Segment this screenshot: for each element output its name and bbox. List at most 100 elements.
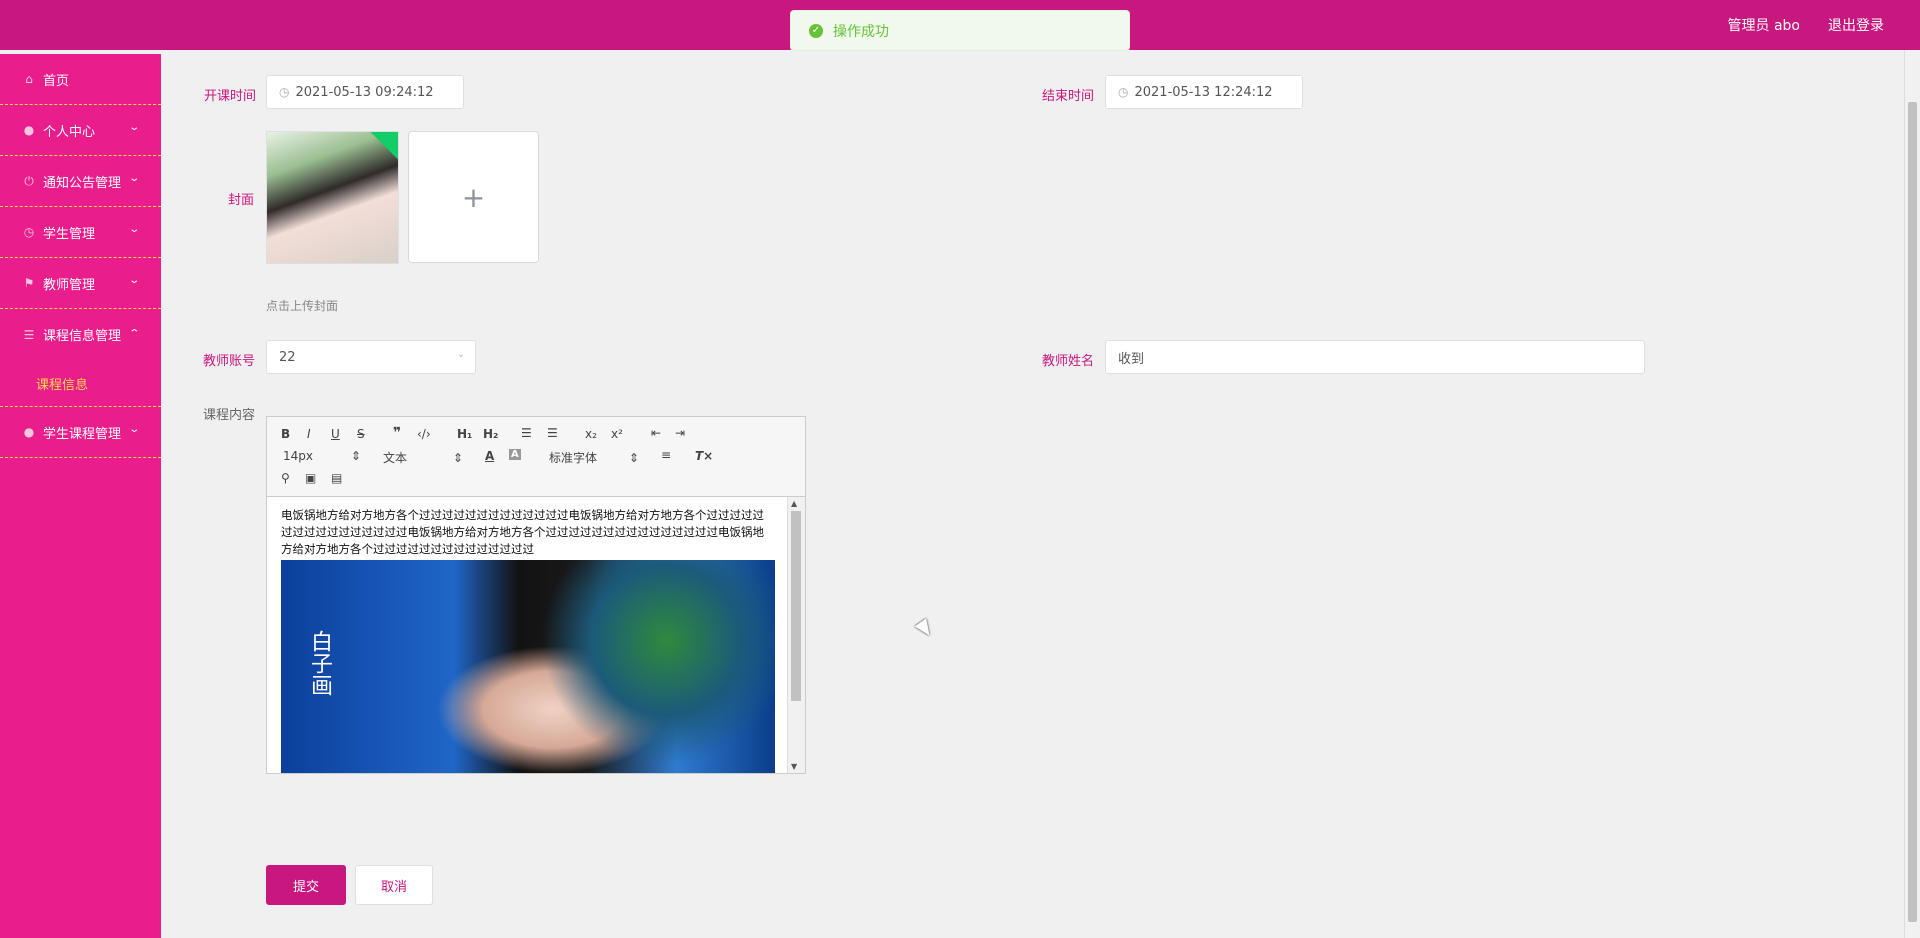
chevron-down-icon: ⌄ (456, 349, 465, 360)
clear-format-icon[interactable]: T× (695, 449, 713, 463)
editor-embedded-image: 白子画 (281, 560, 775, 773)
chevron-down-icon: ⌄ (128, 122, 141, 133)
gauge-icon: ◷ (23, 225, 35, 239)
home-icon: ⌂ (25, 72, 33, 86)
end-time-input[interactable]: ◷ 2021-05-13 12:24:12 (1105, 75, 1303, 109)
scroll-up-icon[interactable]: ▲ (791, 499, 797, 508)
block-format-value: 文本 (383, 451, 408, 465)
sidebar: ⌂ 首页 ● 个人中心 ⌄ ⏻ 通知公告管理 ⌄ ◷ 学生管理 ⌄ ⚑ 教师管理… (0, 54, 161, 938)
indent-icon[interactable]: ⇥ (675, 426, 685, 440)
sidebar-item-label: 学生课程管理 (43, 426, 122, 442)
underline-icon[interactable]: U (331, 427, 340, 441)
editor-toolbar: B I U S ❞ ‹/› H₁ H₂ ☰ ☰ x₂ x² ⇤ ⇥ 14px ⇕… (267, 417, 805, 497)
sidebar-item-notice-management[interactable]: ⏻ 通知公告管理 ⌄ (0, 156, 161, 207)
bold-icon[interactable]: B (281, 427, 290, 441)
editor-scrollbar[interactable]: ▲ ▼ (787, 497, 805, 773)
rich-text-editor: B I U S ❞ ‹/› H₁ H₂ ☰ ☰ x₂ x² ⇤ ⇥ 14px ⇕… (266, 416, 806, 774)
image-icon[interactable]: ▣ (305, 471, 316, 485)
scroll-down-icon[interactable]: ▼ (791, 762, 797, 771)
submenu-item-course-info[interactable]: 课程信息 (0, 360, 161, 407)
font-color-icon[interactable]: A (485, 449, 494, 463)
cover-hint: 点击上传封面 (266, 299, 339, 313)
success-toast: ✓ 操作成功 (790, 10, 1130, 51)
select-arrows-icon: ⇕ (350, 449, 361, 463)
mouse-cursor-icon (914, 618, 936, 640)
sidebar-item-student-management[interactable]: ◷ 学生管理 ⌄ (0, 207, 161, 258)
bullet-list-icon[interactable]: ☰ (547, 426, 558, 440)
end-time-label: 结束时间 (1042, 89, 1095, 104)
sidebar-item-label: 课程信息管理 (43, 329, 122, 344)
flag-icon: ⚑ (23, 276, 35, 290)
background-color-icon[interactable]: A (509, 449, 521, 460)
clock-icon: ◷ (279, 85, 290, 99)
code-icon[interactable]: ‹/› (417, 427, 431, 441)
block-format-select[interactable]: 文本 ⇕ (383, 449, 463, 466)
chevron-down-icon: ⌄ (128, 224, 141, 235)
sidebar-item-student-course-management[interactable]: ● 学生课程管理 ⌄ (0, 407, 161, 458)
admin-user-label: 管理员 abo (1727, 18, 1800, 34)
align-icon[interactable]: ≡ (661, 448, 671, 462)
heading1-icon[interactable]: H₁ (457, 427, 472, 441)
link-icon[interactable]: ⚲ (281, 471, 290, 485)
user-icon: ● (23, 425, 35, 439)
start-time-input[interactable]: ◷ 2021-05-13 09:24:12 (266, 75, 464, 109)
clock-icon: ◷ (1118, 85, 1129, 99)
chevron-down-icon: ⌄ (128, 173, 141, 184)
select-arrows-icon: ⇕ (452, 451, 463, 465)
ordered-list-icon[interactable]: ☰ (521, 426, 532, 440)
submit-button[interactable]: 提交 (266, 865, 346, 905)
page-scrollbar[interactable] (1904, 50, 1920, 938)
teacher-name-value: 收到 (1118, 351, 1145, 367)
sidebar-item-label: 学生管理 (43, 226, 96, 242)
heading2-icon[interactable]: H₂ (483, 427, 498, 441)
teacher-account-value: 22 (279, 349, 296, 365)
course-content-label: 课程内容 (203, 408, 256, 423)
upload-success-badge (368, 132, 398, 160)
sidebar-item-home[interactable]: ⌂ 首页 (0, 54, 161, 105)
outdent-icon[interactable]: ⇤ (651, 426, 661, 440)
teacher-account-label: 教师账号 (203, 354, 256, 369)
plus-icon: + (461, 180, 486, 214)
italic-icon[interactable]: I (307, 427, 311, 441)
editor-scrollbar-thumb[interactable] (791, 511, 801, 701)
teacher-account-select[interactable]: 22 ⌄ (266, 340, 476, 374)
upload-cover-button[interactable]: + (408, 131, 539, 263)
image-caption-art: 白子画 (307, 630, 332, 696)
font-size-select[interactable]: 14px ⇕ (283, 449, 361, 463)
cancel-button[interactable]: 取消 (355, 865, 433, 905)
teacher-name-input[interactable]: 收到 (1105, 340, 1645, 374)
user-icon: ● (23, 123, 35, 137)
strikethrough-icon[interactable]: S (357, 427, 365, 441)
power-icon: ⏻ (24, 173, 34, 188)
start-time-label: 开课时间 (204, 89, 257, 104)
font-size-value: 14px (283, 449, 313, 463)
video-icon[interactable]: ▤ (331, 471, 342, 485)
end-time-value: 2021-05-13 12:24:12 (1134, 84, 1273, 100)
superscript-icon[interactable]: x² (611, 427, 623, 441)
chevron-down-icon: ⌄ (128, 275, 141, 286)
sidebar-item-course-info-management[interactable]: ☰ 课程信息管理 ⌄ (0, 309, 161, 360)
sidebar-item-label: 教师管理 (43, 277, 96, 293)
editor-content[interactable]: 电饭锅地方给对方地方各个过过过过过过过过过过过过过电饭锅地方给对方地方各个过过过… (267, 497, 787, 773)
sidebar-item-label: 个人中心 (43, 124, 96, 140)
sidebar-item-personal-center[interactable]: ● 个人中心 ⌄ (0, 105, 161, 156)
sidebar-item-label: 通知公告管理 (43, 175, 122, 191)
check-circle-icon: ✓ (809, 23, 823, 38)
teacher-name-label: 教师姓名 (1042, 354, 1095, 369)
page-scrollbar-thumb[interactable] (1908, 102, 1917, 922)
subscript-icon[interactable]: x₂ (585, 427, 597, 441)
menu-icon: ☰ (23, 327, 35, 342)
blockquote-icon[interactable]: ❞ (393, 425, 401, 441)
editor-content-text: 电饭锅地方给对方地方各个过过过过过过过过过过过过过电饭锅地方给对方地方各个过过过… (281, 508, 764, 556)
font-family-select[interactable]: 标准字体 ⇕ (549, 449, 639, 466)
font-family-value: 标准字体 (549, 451, 598, 465)
cover-label: 封面 (228, 193, 255, 208)
logout-link[interactable]: 退出登录 (1828, 15, 1884, 35)
sidebar-item-label: 首页 (43, 73, 70, 89)
toast-message: 操作成功 (833, 23, 889, 40)
chevron-down-icon: ⌄ (128, 424, 141, 435)
start-time-value: 2021-05-13 09:24:12 (295, 84, 434, 100)
cover-image[interactable] (266, 131, 399, 264)
select-arrows-icon: ⇕ (628, 451, 639, 465)
sidebar-item-teacher-management[interactable]: ⚑ 教师管理 ⌄ (0, 258, 161, 309)
